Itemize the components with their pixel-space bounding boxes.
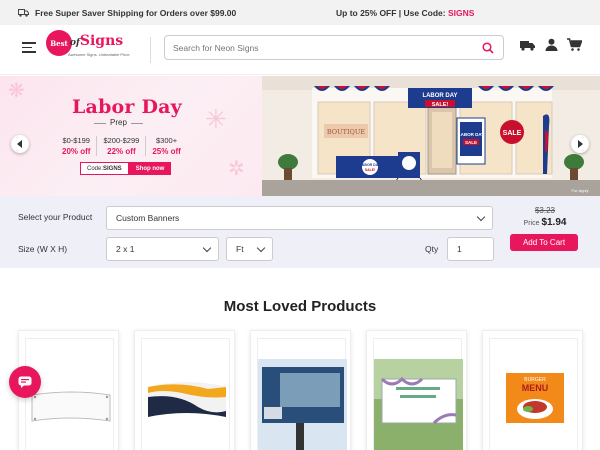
svg-text:LABOR DAY: LABOR DAY bbox=[360, 163, 381, 167]
product-image bbox=[25, 338, 114, 450]
shipping-text: Free Super Saver Shipping for Orders ove… bbox=[35, 7, 237, 18]
chevron-down-icon bbox=[476, 212, 486, 222]
snowflake-decoration-icon: ✳ bbox=[205, 104, 227, 134]
sale-price: Price $1.94 bbox=[523, 217, 567, 228]
menu-label: MENU bbox=[522, 383, 549, 393]
qty-input[interactable]: 1 bbox=[447, 237, 494, 261]
product-configurator: Select your Product Custom Banners Size … bbox=[0, 196, 600, 268]
product-image: BURGER MENU bbox=[489, 338, 578, 450]
discount-tier: $200-$299 22% off bbox=[97, 136, 147, 156]
header-icons bbox=[520, 38, 582, 51]
price-box: $3.23 Price $1.94 bbox=[505, 206, 585, 228]
size-label: Size (W X H) bbox=[18, 244, 68, 254]
promo-title: Labor Day bbox=[72, 96, 182, 118]
carousel-next-button[interactable] bbox=[571, 135, 589, 153]
product-card-table-runner[interactable] bbox=[134, 330, 235, 450]
promo-subtitle: Prep bbox=[94, 118, 143, 127]
product-image bbox=[373, 338, 463, 450]
chat-button[interactable] bbox=[9, 366, 41, 398]
size-select[interactable]: 2 x 1 bbox=[106, 237, 219, 261]
svg-text:LABOR DAY: LABOR DAY bbox=[458, 132, 484, 137]
svg-text:SALE!: SALE! bbox=[365, 168, 376, 172]
discount-tier: $0-$199 20% off bbox=[56, 136, 98, 156]
product-card-yard-sign[interactable] bbox=[366, 330, 467, 450]
header-divider bbox=[150, 37, 151, 63]
shop-now-button[interactable]: Shop now bbox=[128, 162, 172, 175]
promo-code-notice: Up to 25% OFF | Use Code: SIGNS bbox=[336, 8, 474, 18]
search-bar bbox=[164, 35, 504, 60]
svg-text:BOUTIQUE: BOUTIQUE bbox=[327, 128, 365, 136]
product-label: Select your Product bbox=[18, 212, 93, 222]
account-icon[interactable] bbox=[545, 38, 558, 51]
storefront-image: LABOR DAY SALE! BOUTIQUE LABOR DAY SALE … bbox=[262, 76, 600, 196]
logo-wordmark: ofSigns bbox=[70, 33, 124, 49]
product-image bbox=[257, 338, 347, 450]
discount-tiers: $0-$199 20% off $200-$299 22% off $300+ … bbox=[56, 136, 187, 156]
svg-text:LABOR DAY: LABOR DAY bbox=[422, 93, 457, 99]
add-to-cart-button[interactable]: Add To Cart bbox=[510, 234, 578, 251]
product-card-menu-sign[interactable]: BURGER MENU bbox=[482, 330, 583, 450]
search-icon[interactable] bbox=[482, 42, 494, 56]
product-card-billboard[interactable] bbox=[250, 330, 351, 450]
product-cards: BURGER MENU bbox=[18, 330, 584, 450]
svg-text:SALE: SALE bbox=[503, 130, 522, 137]
hero-carousel[interactable]: ❋ ✳ ✲ Labor Day Prep $0-$199 20% off $20… bbox=[0, 76, 600, 196]
unit-select[interactable]: Ft bbox=[226, 237, 273, 261]
section-title: Most Loved Products bbox=[223, 298, 377, 315]
site-logo[interactable]: Best ofSigns Awesome Signs. Unbeatable P… bbox=[46, 29, 156, 71]
menu-icon[interactable] bbox=[22, 42, 36, 53]
labor-day-promo: ❋ ✳ ✲ Labor Day Prep $0-$199 20% off $20… bbox=[0, 76, 262, 196]
svg-text:SALE: SALE bbox=[465, 140, 477, 145]
truck-icon bbox=[18, 8, 29, 17]
site-header: Best ofSigns Awesome Signs. Unbeatable P… bbox=[0, 25, 600, 75]
promo-text: Up to 25% OFF | Use Code: bbox=[336, 7, 448, 18]
qty-label: Qty bbox=[425, 244, 439, 254]
original-price: $3.23 bbox=[534, 206, 556, 215]
snowflake-decoration-icon: ✲ bbox=[228, 158, 245, 180]
chevron-down-icon bbox=[256, 243, 266, 253]
discount-tier: $300+ 25% off bbox=[152, 136, 181, 156]
promo-buttons: Code: SIGNS Shop now bbox=[80, 162, 172, 175]
svg-text:SALE!: SALE! bbox=[432, 102, 449, 108]
carousel-prev-button[interactable] bbox=[11, 135, 29, 153]
top-promo-bar: Free Super Saver Shipping for Orders ove… bbox=[0, 0, 600, 25]
promo-code: SIGNS bbox=[447, 7, 475, 18]
shipping-notice: Free Super Saver Shipping for Orders ove… bbox=[18, 8, 236, 18]
chevron-down-icon bbox=[202, 243, 212, 253]
delivery-truck-icon[interactable] bbox=[520, 39, 536, 51]
promo-code-chip: Code: SIGNS bbox=[80, 162, 129, 175]
product-select[interactable]: Custom Banners bbox=[106, 206, 493, 230]
snowflake-decoration-icon: ❋ bbox=[8, 80, 25, 102]
product-image bbox=[141, 338, 230, 450]
svg-text:For Apply: For Apply bbox=[572, 188, 589, 193]
logo-tagline: Awesome Signs. Unbeatable Price. bbox=[68, 52, 131, 57]
cart-icon[interactable] bbox=[567, 38, 582, 51]
chevron-left-icon bbox=[17, 140, 22, 148]
chat-icon bbox=[18, 376, 32, 388]
search-input[interactable] bbox=[173, 42, 473, 53]
storefront-illustration: LABOR DAY SALE! BOUTIQUE LABOR DAY SALE … bbox=[262, 76, 600, 196]
chevron-right-icon bbox=[578, 140, 583, 148]
